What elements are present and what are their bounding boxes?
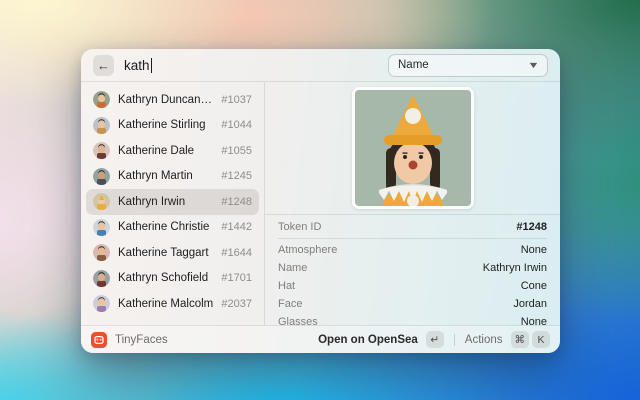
metadata-label: Atmosphere [278,244,337,256]
list-item-token: #1037 [221,94,252,106]
text-caret [151,58,153,73]
metadata-row: Name Kathryn Irwin [278,262,547,276]
list-item-name: Kathryn Schofield [118,272,213,284]
list-item-name: Kathryn Duncanson [118,94,213,106]
metadata-value: None [521,244,547,256]
metadata-row: Atmosphere None [278,244,547,258]
return-key-icon: ↵ [426,331,444,348]
metadata-row: Face Jordan [278,298,547,312]
avatar [93,244,110,261]
metadata-row-token-id: Token ID #1248 [278,215,547,239]
metadata-row: Glasses None [278,316,547,326]
results-list: Kathryn Duncanson #1037 Katherine Stirli… [81,82,265,325]
metadata-label: Glasses [278,316,318,325]
filter-dropdown[interactable]: Name ▼ [388,54,548,77]
filter-dropdown-value: Name [398,59,429,71]
list-item[interactable]: Kathryn Martin #1245 [86,164,259,190]
avatar [93,295,110,312]
list-item-token: #1701 [221,272,252,284]
list-item-name: Kathryn Martin [118,170,213,182]
portrait-image [355,90,471,206]
open-on-opensea-action[interactable]: Open on OpenSea [318,334,418,346]
metadata-value: None [521,316,547,325]
list-item-name: Katherine Dale [118,145,213,157]
metadata-value: Kathryn Irwin [483,262,547,274]
list-item[interactable]: Katherine Taggart #1644 [86,240,259,266]
list-item-name: Kathryn Irwin [118,196,213,208]
list-item-name: Katherine Malcolm [118,298,213,310]
list-item-name: Katherine Taggart [118,247,213,259]
list-item-token: #2037 [221,298,252,310]
list-item-token: #1245 [221,170,252,182]
action-bar: TinyFaces Open on OpenSea ↵ Actions ⌘ K [81,325,560,353]
list-item-token: #1644 [221,247,252,259]
list-item-token: #1442 [221,221,252,233]
metadata-value: Jordan [513,298,547,310]
list-item[interactable]: Katherine Stirling #1044 [86,113,259,139]
avatar [93,193,110,210]
actions-menu-button[interactable]: Actions [465,334,503,346]
metadata-label: Name [278,262,307,274]
list-item-token: #1044 [221,119,252,131]
list-item[interactable]: Kathryn Duncanson #1037 [86,87,259,113]
detail-panel: Token ID #1248 Atmosphere None Name Kath… [265,82,560,325]
list-item[interactable]: Katherine Malcolm #2037 [86,291,259,317]
list-item-name: Katherine Stirling [118,119,213,131]
cmd-key-icon: ⌘ [511,331,530,348]
list-item-token: #1055 [221,145,252,157]
avatar [93,168,110,185]
footer-divider [454,334,455,346]
content-area: Kathryn Duncanson #1037 Katherine Stirli… [81,82,560,325]
metadata-label: Face [278,298,302,310]
metadata-value: #1248 [516,221,547,233]
portrait-card [352,87,474,209]
avatar [93,219,110,236]
search-bar: ← kath Name ▼ [81,49,560,82]
portrait-section [265,82,560,215]
avatar [93,270,110,287]
arrow-left-icon: ← [97,58,110,73]
k-key-icon: K [532,331,550,348]
metadata-row: Hat Cone [278,280,547,294]
avatar [93,91,110,108]
metadata-label: Hat [278,280,295,292]
list-item-selected[interactable]: Kathryn Irwin #1248 [86,189,259,215]
list-item[interactable]: Katherine Christie #1442 [86,215,259,241]
metadata-list: Token ID #1248 Atmosphere None Name Kath… [265,215,560,325]
list-item-name: Katherine Christie [118,221,213,233]
launcher-window: ← kath Name ▼ Kathryn Duncanson #1037 Ka… [81,49,560,353]
search-query-text: kath [124,58,150,73]
avatar [93,117,110,134]
metadata-label: Token ID [278,221,321,233]
search-input[interactable]: kath [124,58,378,73]
avatar [93,142,110,159]
chevron-down-icon: ▼ [527,60,539,70]
app-name: TinyFaces [115,334,310,346]
list-item[interactable]: Katherine Dale #1055 [86,138,259,164]
metadata-value: Cone [521,280,547,292]
tinyfaces-logo-icon [91,332,107,348]
list-item-token: #1248 [221,196,252,208]
back-button[interactable]: ← [93,55,114,76]
list-item[interactable]: Kathryn Schofield #1701 [86,266,259,292]
